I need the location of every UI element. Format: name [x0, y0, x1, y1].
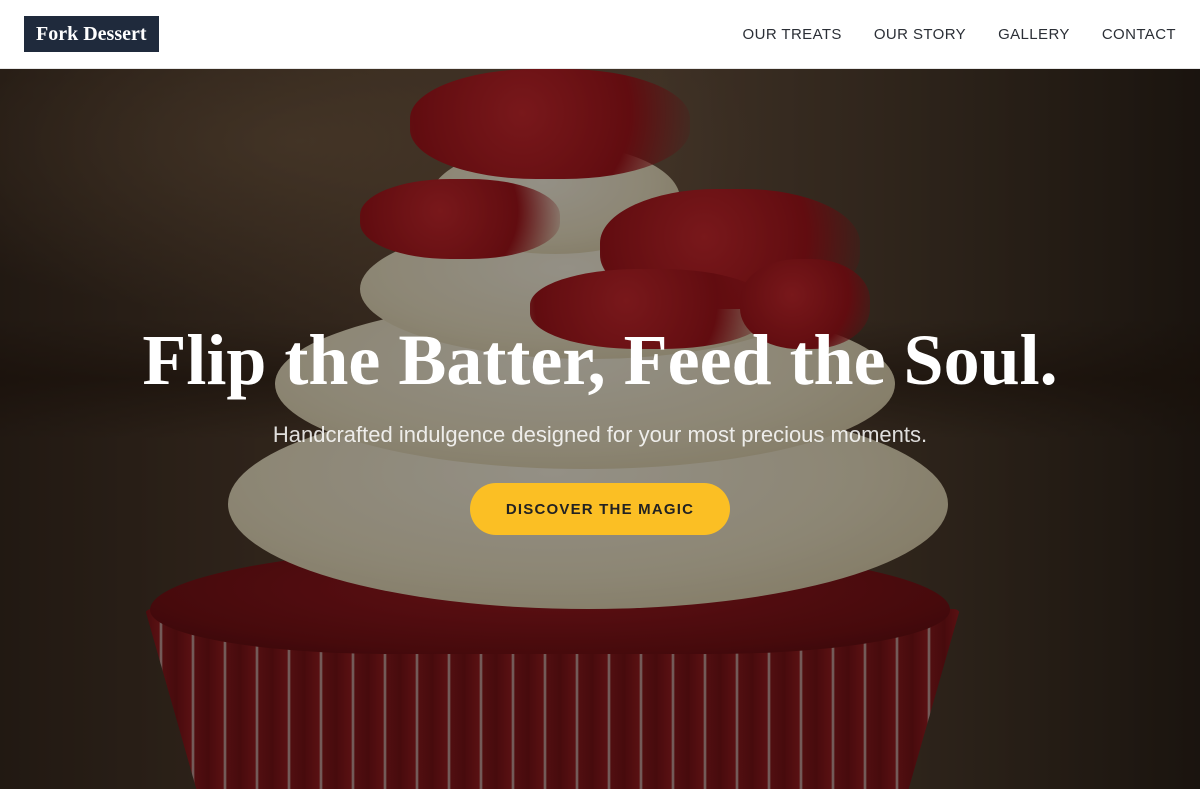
- discover-the-magic-button[interactable]: DISCOVER THE MAGIC: [470, 483, 730, 535]
- nav-link-contact[interactable]: CONTACT: [1102, 26, 1176, 43]
- nav-link-our-story[interactable]: OUR STORY: [874, 26, 966, 43]
- site-header: Fork Dessert OUR TREATS OUR STORY GALLER…: [0, 0, 1200, 69]
- hero-section: Flip the Batter, Feed the Soul. Handcraf…: [0, 69, 1200, 789]
- main-nav: OUR TREATS OUR STORY GALLERY CONTACT: [743, 0, 1176, 69]
- brand-logo[interactable]: Fork Dessert: [24, 16, 159, 52]
- nav-link-gallery[interactable]: GALLERY: [998, 26, 1070, 43]
- hero-headline: Flip the Batter, Feed the Soul.: [142, 320, 1058, 400]
- nav-link-our-treats[interactable]: OUR TREATS: [743, 26, 842, 43]
- hero-subheadline: Handcrafted indulgence designed for your…: [272, 422, 928, 447]
